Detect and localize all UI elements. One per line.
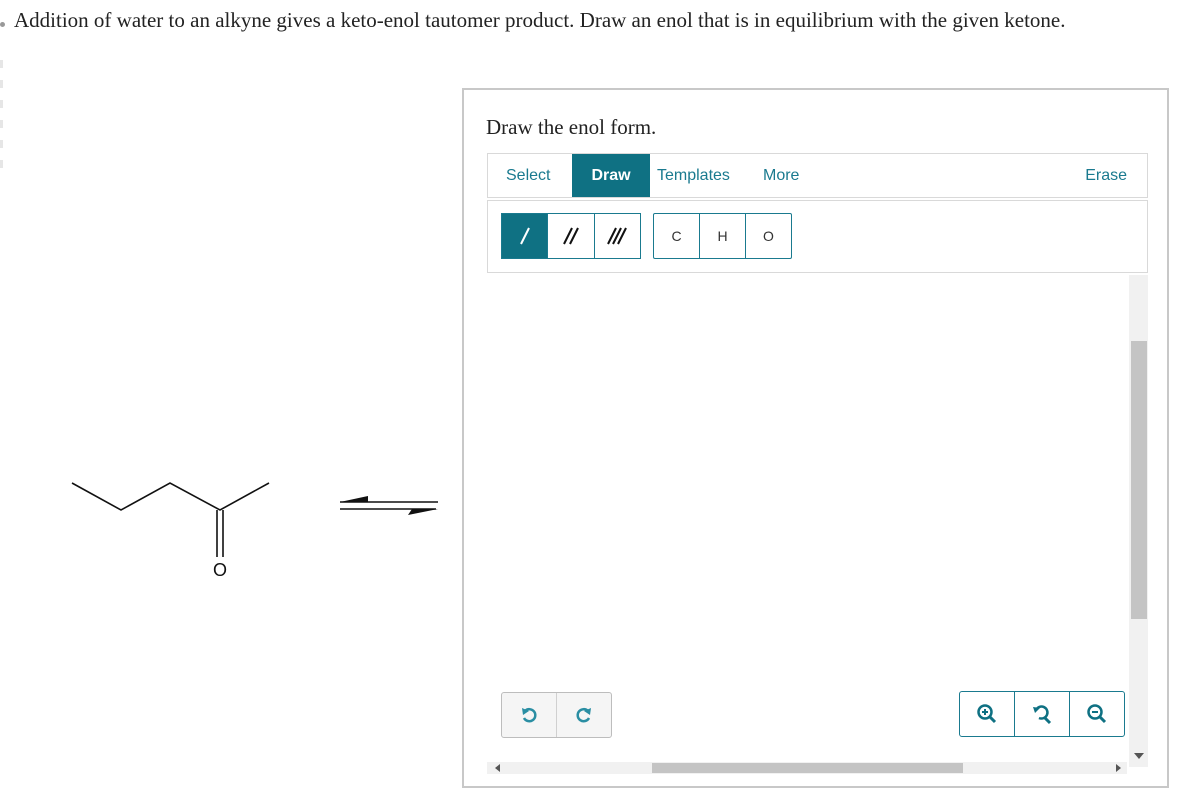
redo-icon xyxy=(576,707,591,723)
drawing-panel: Draw the enol form. Select Draw Template… xyxy=(462,88,1169,788)
draw-tools-bar: C H O xyxy=(487,200,1148,273)
vertical-scrollbar[interactable] xyxy=(1129,275,1148,767)
tab-more[interactable]: More xyxy=(759,154,803,197)
single-bond-icon xyxy=(519,227,530,245)
ketone-structure: O xyxy=(71,482,270,580)
panel-title: Draw the enol form. xyxy=(486,115,657,139)
bond-tool-group xyxy=(501,213,641,259)
erase-button[interactable]: Erase xyxy=(1081,154,1131,197)
atom-h-button[interactable]: H xyxy=(700,214,746,258)
zoom-controls xyxy=(959,691,1125,737)
triple-bond-button[interactable] xyxy=(595,214,640,258)
tab-draw[interactable]: Draw xyxy=(572,154,650,197)
atom-c-button[interactable]: C xyxy=(654,214,700,258)
undo-button[interactable] xyxy=(502,693,557,737)
undo-redo-group xyxy=(501,692,612,738)
zoom-out-icon xyxy=(1087,704,1107,724)
scroll-down-arrow-icon[interactable] xyxy=(1134,753,1144,759)
triple-bond-icon xyxy=(607,227,628,245)
oxygen-label: O xyxy=(213,560,227,580)
double-bond-button[interactable] xyxy=(548,214,595,258)
reset-zoom-icon xyxy=(1033,705,1052,725)
single-bond-button[interactable] xyxy=(502,214,549,258)
question-marker xyxy=(0,22,5,27)
horizontal-scrollbar[interactable] xyxy=(487,762,1127,774)
atom-tool-group: C H O xyxy=(653,213,792,259)
ketone-carbon-chain xyxy=(71,482,270,511)
scroll-right-arrow-icon[interactable] xyxy=(1116,764,1121,772)
question-text: Addition of water to an alkyne gives a k… xyxy=(14,8,1066,32)
undo-icon xyxy=(522,707,537,723)
zoom-in-icon xyxy=(977,704,997,724)
main-toolbar: Select Draw Templates More Erase xyxy=(487,153,1148,198)
tab-select[interactable]: Select xyxy=(502,154,554,197)
tab-templates[interactable]: Templates xyxy=(653,154,734,197)
redo-button[interactable] xyxy=(557,693,611,737)
reset-zoom-button[interactable] xyxy=(1015,692,1070,736)
equilibrium-arrow xyxy=(340,496,438,515)
side-decoration xyxy=(0,60,4,190)
zoom-out-button[interactable] xyxy=(1070,692,1124,736)
vertical-scroll-thumb[interactable] xyxy=(1131,341,1147,619)
double-bond-icon xyxy=(563,227,579,245)
zoom-in-button[interactable] xyxy=(960,692,1015,736)
scroll-left-arrow-icon[interactable] xyxy=(495,764,500,772)
drawing-canvas[interactable] xyxy=(487,275,1127,763)
atom-o-button[interactable]: O xyxy=(746,214,791,258)
